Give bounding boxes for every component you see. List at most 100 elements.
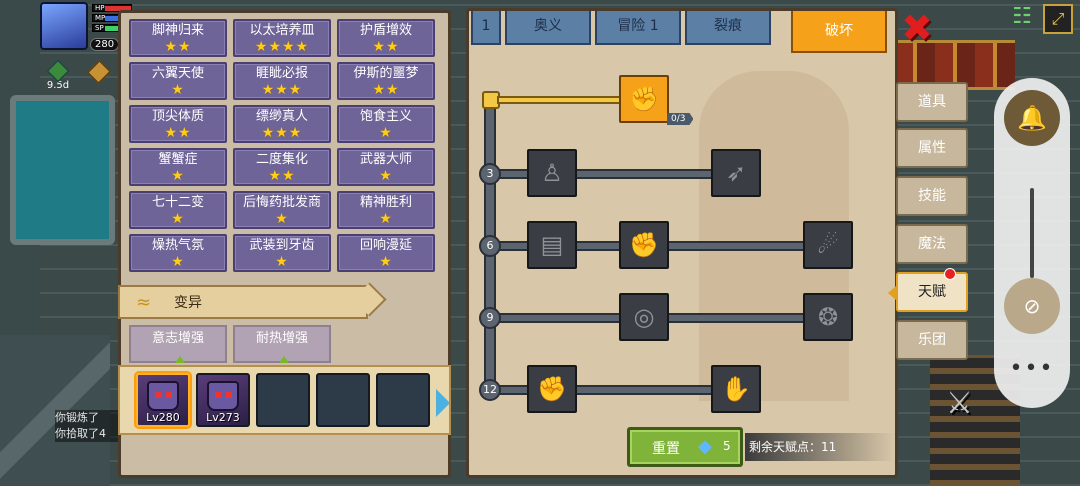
sword-icon[interactable]: ⚔ [946, 386, 986, 426]
trait-card[interactable]: 缥缈真人 ★★★ [233, 105, 331, 143]
network-icon[interactable]: ☷ [1008, 4, 1036, 32]
trait-card[interactable]: 七十二变 ★ [129, 191, 227, 229]
tier-number: 3 [479, 163, 501, 185]
fullscreen-icon[interactable]: ⤢ [1043, 4, 1073, 34]
talent-progress: 0/3 [667, 113, 694, 125]
talent-tabs: 1 奥义 冒险 1 裂痕 破坏 [469, 11, 895, 53]
pet-portrait [147, 381, 179, 411]
bell-icon[interactable]: 🔔 [1004, 90, 1060, 146]
side-tab-talent[interactable]: 天赋 [888, 268, 968, 312]
trait-card[interactable]: 精神胜利 ★ [337, 191, 435, 229]
trait-stars: ★ [379, 211, 393, 227]
side-tab-attributes[interactable]: 属性 [896, 128, 968, 168]
trait-stars: ★ [275, 254, 289, 270]
trait-card[interactable]: 脚神归来 ★★ [129, 19, 227, 57]
chat-line: 你锻炼了 [55, 410, 125, 426]
trait-name: 六翼天使 [151, 66, 204, 81]
trait-name: 武器大师 [359, 152, 412, 167]
reset-talents-button[interactable]: 重置 ◆ 5 [627, 427, 743, 467]
arrow-strike-talent-icon[interactable]: ➶ [711, 149, 761, 197]
trait-stars: ★★★ [261, 82, 303, 98]
side-tab-items[interactable]: 道具 [896, 82, 968, 122]
player-avatar[interactable] [40, 2, 88, 50]
mute-icon[interactable]: ⊘ [1004, 278, 1060, 334]
trait-name: 燥热气氛 [151, 238, 204, 253]
next-page-arrow-icon[interactable] [436, 389, 450, 417]
player-level-badge: 280 [90, 38, 120, 51]
trait-name: 缥缈真人 [255, 109, 308, 124]
tab-esoteric[interactable]: 奥义 [505, 11, 591, 45]
mutation-card[interactable]: 意志增强 [129, 325, 227, 363]
reset-label: 重置 [652, 441, 680, 457]
tab-destruction[interactable]: 破坏 [791, 11, 887, 53]
raised-fist-talent-icon[interactable]: ✊ [527, 365, 577, 413]
body-talent-icon[interactable]: ♙ [527, 149, 577, 197]
side-tab-band[interactable]: 乐团 [896, 320, 968, 360]
side-tab-magic[interactable]: 魔法 [896, 224, 968, 264]
upgrade-arrow-icon [175, 356, 185, 363]
floating-control-panel: 🔔 ⊘ ••• [994, 78, 1070, 408]
trait-stars: ★ [171, 168, 185, 184]
trait-name: 脚神归来 [151, 23, 204, 38]
trait-card[interactable]: 二度集化 ★★ [233, 148, 331, 186]
rune-scroll-talent-icon[interactable]: ▤ [527, 221, 577, 269]
trait-name: 顶尖体质 [151, 109, 204, 124]
trait-name: 二度集化 [255, 152, 308, 167]
trait-name: 精神胜利 [359, 195, 412, 210]
trait-card[interactable]: 武器大师 ★ [337, 148, 435, 186]
punch-talent-icon[interactable]: ✊ [619, 221, 669, 269]
trait-card[interactable]: 睚眦必报 ★★★ [233, 62, 331, 100]
close-icon[interactable]: ✖ [898, 9, 936, 47]
trait-card[interactable]: 六翼天使 ★ [129, 62, 227, 100]
trait-stars: ★★ [268, 168, 296, 184]
pet-slot[interactable]: Lv280 [136, 373, 190, 427]
tab-rift[interactable]: 裂痕 [685, 11, 771, 45]
trait-card[interactable]: 护盾增效 ★★ [337, 19, 435, 57]
trait-card[interactable]: 后悔药批发商 ★ [233, 191, 331, 229]
talent-tree: 3 6 9 12 ✊ 0/3 ♙ ➶ ▤ ✊ ☄ ◎ ❂ ✊ ✋ [469, 51, 895, 475]
trait-stars: ★★ [164, 39, 192, 55]
more-options-icon[interactable]: ••• [994, 356, 1070, 381]
trait-stars: ★ [171, 254, 185, 270]
trait-stars: ★ [379, 254, 393, 270]
reset-cost: 5 [723, 439, 731, 453]
trait-card[interactable]: 以太培养皿 ★★★★ [233, 19, 331, 57]
trait-name: 以太培养皿 [249, 23, 315, 38]
trait-card[interactable]: 武装到牙齿 ★ [233, 234, 331, 272]
tier-number: 9 [479, 307, 501, 329]
mutation-card[interactable]: 耐热增强 [233, 325, 331, 363]
trait-name: 护盾增效 [359, 23, 412, 38]
trait-name: 后悔药批发商 [242, 195, 321, 210]
notification-dot [944, 268, 956, 280]
side-tab-skills[interactable]: 技能 [896, 176, 968, 216]
trait-stars: ★★★ [261, 125, 303, 141]
tier-number: 6 [479, 235, 501, 257]
trait-stars: ★ [379, 168, 393, 184]
trait-card[interactable]: 回响漫延 ★ [337, 234, 435, 272]
trait-card[interactable]: 伊斯的噩梦 ★★ [337, 62, 435, 100]
volume-slider[interactable] [1030, 188, 1034, 278]
trait-name: 伊斯的噩梦 [353, 66, 419, 81]
pet-slot-empty[interactable] [316, 373, 370, 427]
traits-panel: 脚神归来 ★★ 以太培养皿 ★★★★ 护盾增效 ★★ 六翼天使 ★ 睚眦必报 ★★★ 伊斯… [118, 10, 451, 478]
gauntlet-talent-icon[interactable]: ✋ [711, 365, 761, 413]
buff-status[interactable]: 9.5d [43, 59, 73, 91]
trait-card[interactable]: 蟹蟹症 ★ [129, 148, 227, 186]
beast-claw-talent-icon[interactable]: ❂ [803, 293, 853, 341]
shockwave-talent-icon[interactable]: ◎ [619, 293, 669, 341]
pet-slots: Lv280 Lv273 [118, 365, 451, 435]
trait-card[interactable]: 饱食主义 ★ [337, 105, 435, 143]
pet-slot[interactable]: Lv273 [196, 373, 250, 427]
remaining-talent-points: 剩余天赋点：11 [745, 433, 895, 461]
mutation-section-title: 变异 [174, 295, 202, 311]
pet-level: Lv273 [206, 411, 240, 424]
trait-card[interactable]: 顶尖体质 ★★ [129, 105, 227, 143]
arm-wrestle-talent-icon[interactable]: ✊ 0/3 [619, 75, 694, 125]
tab-1[interactable]: 1 [471, 11, 501, 45]
trait-card[interactable]: 燥热气氛 ★ [129, 234, 227, 272]
tab-adventure[interactable]: 冒险 1 [595, 11, 681, 45]
shatter-talent-icon[interactable]: ☄ [803, 221, 853, 269]
pet-level: Lv280 [146, 411, 180, 424]
pet-slot-empty[interactable] [376, 373, 430, 427]
pet-slot-empty[interactable] [256, 373, 310, 427]
